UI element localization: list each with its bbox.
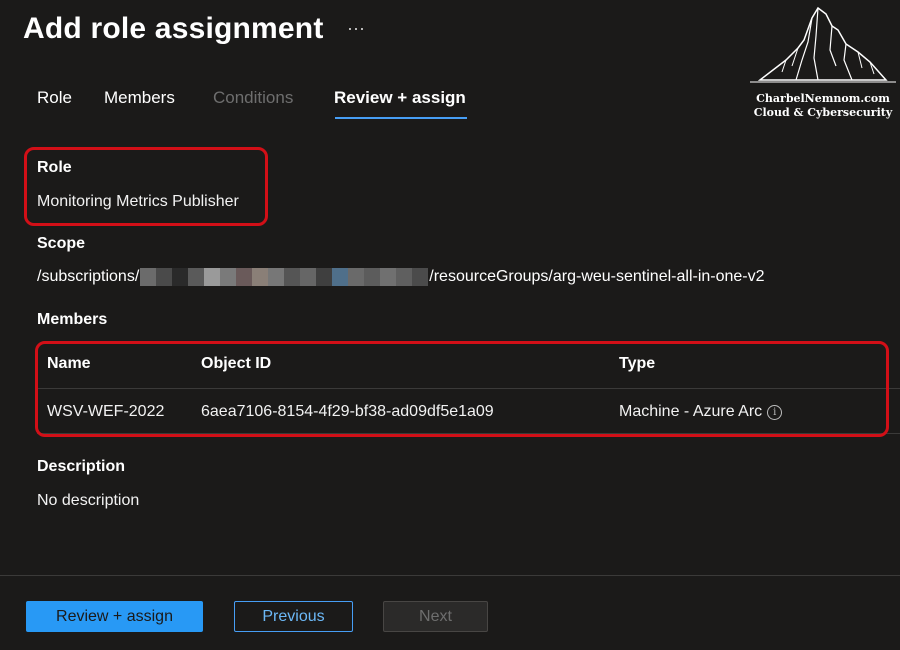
active-tab-indicator	[335, 117, 467, 119]
watermark-site: CharbelNemnom.com	[756, 92, 890, 105]
role-label: Role	[37, 159, 72, 176]
next-button: Next	[383, 601, 488, 632]
review-assign-button[interactable]: Review + assign	[26, 601, 203, 632]
member-type-text: Machine - Azure Arc	[619, 403, 763, 420]
member-object-id: 6aea7106-8154-4f29-bf38-ad09df5e1a09	[201, 403, 494, 420]
column-header-object-id: Object ID	[201, 355, 272, 372]
members-label: Members	[37, 311, 108, 328]
column-header-name: Name	[47, 355, 91, 372]
description-label: Description	[37, 458, 126, 475]
tab-members[interactable]: Members	[104, 88, 175, 108]
more-options-icon[interactable]: ···	[347, 18, 365, 39]
members-highlight-box	[35, 341, 889, 437]
scope-suffix: /resourceGroups/arg-weu-sentinel-all-in-…	[429, 268, 765, 285]
tab-conditions: Conditions	[213, 88, 294, 107]
page-title: Add role assignment	[23, 12, 324, 45]
scope-value: /subscriptions/ /resourceGroups/arg-weu-…	[37, 268, 765, 286]
scope-prefix: /subscriptions/	[37, 268, 140, 285]
info-icon[interactable]: i	[767, 405, 783, 420]
tab-review-assign[interactable]: Review + assign	[334, 88, 466, 108]
redacted-subscription-id	[140, 268, 429, 286]
scope-label: Scope	[37, 235, 86, 252]
previous-button[interactable]: Previous	[234, 601, 353, 632]
column-header-type: Type	[619, 355, 656, 372]
member-name: WSV-WEF-2022	[47, 403, 165, 420]
footer-divider	[0, 575, 900, 576]
watermark-tagline: Cloud & Cybersecurity	[753, 106, 893, 119]
role-value: Monitoring Metrics Publisher	[37, 193, 239, 210]
description-value: No description	[37, 492, 140, 509]
tab-role[interactable]: Role	[37, 88, 72, 108]
member-type: Machine - Azure Arc i	[619, 403, 783, 421]
